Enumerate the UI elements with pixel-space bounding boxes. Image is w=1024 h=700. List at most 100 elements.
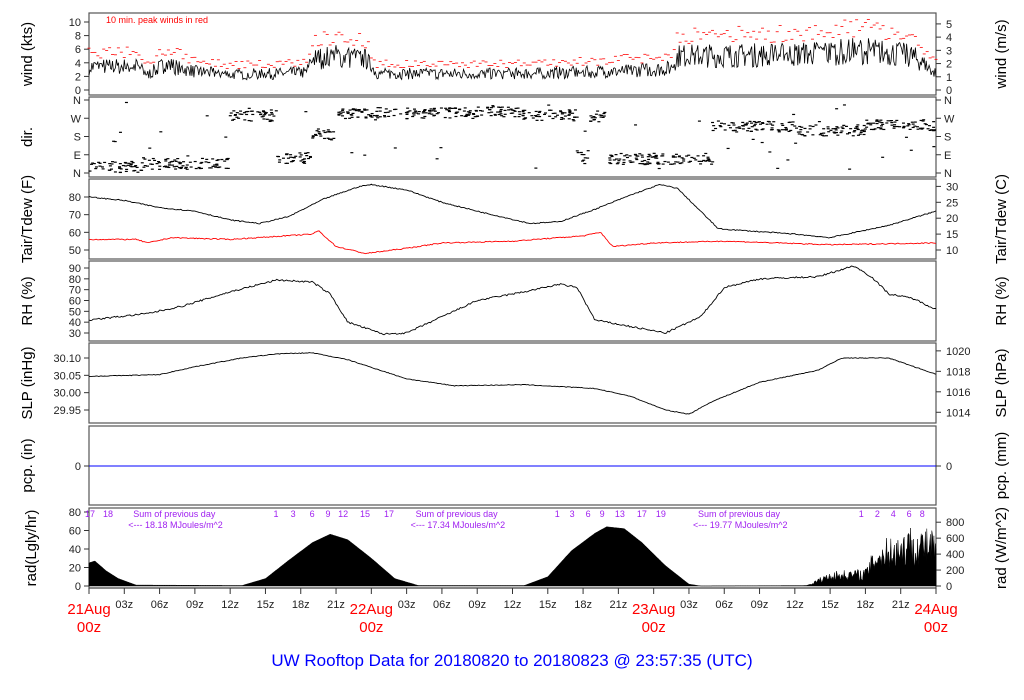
x-tick-label: 06z bbox=[715, 599, 733, 611]
y-tick-label-right-temp: 25 bbox=[946, 197, 958, 209]
hour-mark-label: 12 bbox=[338, 509, 348, 519]
y-tick-label-dir: E bbox=[74, 150, 81, 162]
x-tick-label: 21z bbox=[610, 599, 628, 611]
y-tick-label-slp: 30.05 bbox=[53, 370, 81, 382]
y-axis-label-slp: SLP (inHg) bbox=[19, 346, 36, 419]
x-day-label: 22Aug bbox=[350, 601, 393, 618]
y-tick-label-slp: 30.00 bbox=[53, 388, 81, 400]
x-tick-label: 15z bbox=[257, 599, 275, 611]
y-axis-label-pcp: pcp. (in) bbox=[19, 438, 36, 492]
y-tick-label-slp: 30.10 bbox=[53, 353, 81, 365]
y-tick-label-right-slp: 1018 bbox=[946, 366, 970, 378]
x-tick-label: 03z bbox=[680, 599, 698, 611]
hour-mark-label: 13 bbox=[615, 509, 625, 519]
panels: wind (kts) wind (m/s)0246810012345dir.N NE… bbox=[19, 12, 1010, 636]
y-axis-label-rad: rad(Lgly/hr) bbox=[23, 510, 40, 587]
y-tick-label-right-wind: 4 bbox=[946, 32, 952, 44]
y-axis-label-right-wind: wind (m/s) bbox=[993, 19, 1010, 89]
x-tick-label: 15z bbox=[821, 599, 839, 611]
x-tick-label: 21z bbox=[327, 599, 345, 611]
x-tick-label: 09z bbox=[186, 599, 204, 611]
y-tick-label-right-temp: 10 bbox=[946, 245, 958, 257]
y-axis-label-right-rh: RH (%) bbox=[993, 276, 1010, 325]
wind-annotation: 10 min. peak winds in red bbox=[106, 15, 208, 25]
x-tick-label: 03z bbox=[115, 599, 133, 611]
x-tick-label: 09z bbox=[468, 599, 486, 611]
slp-series-0 bbox=[88, 352, 937, 415]
daily-sum-label: Sum of previous day bbox=[698, 509, 781, 519]
x-tick-label: 12z bbox=[221, 599, 239, 611]
y-tick-label-right-wind: 1 bbox=[946, 72, 952, 84]
y-tick-label-rh: 30 bbox=[69, 328, 81, 340]
x-day-label: 21Aug bbox=[67, 601, 110, 618]
wind-mean-series bbox=[88, 38, 937, 81]
hour-mark-label: 17 bbox=[384, 509, 394, 519]
x-day-hour-label: 00z bbox=[77, 619, 101, 636]
y-axis-label-dir: dir. bbox=[19, 127, 36, 147]
y-tick-label-rad: 60 bbox=[69, 526, 81, 538]
x-day-hour-label: 00z bbox=[642, 619, 666, 636]
y-tick-label-right-dir: N bbox=[944, 168, 952, 180]
y-tick-label-right-rad: 600 bbox=[946, 533, 964, 545]
x-day-hour-label: 00z bbox=[359, 619, 383, 636]
x-tick-label: 12z bbox=[786, 599, 804, 611]
hour-mark-label: 6 bbox=[586, 509, 591, 519]
y-tick-label-dir: N bbox=[73, 95, 81, 107]
x-day-label: 24Aug bbox=[914, 601, 957, 618]
y-tick-label-rh: 40 bbox=[69, 317, 81, 329]
hour-mark-label: 9 bbox=[600, 509, 605, 519]
hour-mark-label: 18 bbox=[103, 509, 113, 519]
y-axis-label-right-pcp: pcp. (mm) bbox=[993, 432, 1010, 500]
rh-series-0 bbox=[88, 265, 937, 336]
y-tick-label-right-rad: 200 bbox=[946, 565, 964, 577]
hour-mark-label: 17 bbox=[637, 509, 647, 519]
y-tick-label-wind: 8 bbox=[75, 31, 81, 43]
x-tick-label: 15z bbox=[539, 599, 557, 611]
y-axis-label-wind: wind (kts) bbox=[19, 22, 36, 87]
hour-mark-label: 8 bbox=[920, 509, 925, 519]
x-tick-label: 18z bbox=[857, 599, 875, 611]
y-tick-label-rad: 80 bbox=[69, 507, 81, 519]
hour-mark-label: 3 bbox=[570, 509, 575, 519]
y-axis-label-right-rad: rad (W/m^2) bbox=[993, 507, 1010, 589]
y-tick-label-dir: W bbox=[71, 113, 82, 125]
hour-mark-label: 19 bbox=[656, 509, 666, 519]
hour-mark-label: 2 bbox=[875, 509, 880, 519]
panel-frame-rh bbox=[88, 260, 937, 342]
y-tick-label-right-wind: 5 bbox=[946, 19, 952, 31]
x-tick-label: 21z bbox=[892, 599, 910, 611]
hour-mark-label: 4 bbox=[891, 509, 896, 519]
y-axis-label-right-slp: SLP (hPa) bbox=[993, 349, 1010, 418]
y-tick-label-right-dir: S bbox=[944, 132, 951, 144]
hour-mark-label: 3 bbox=[291, 509, 296, 519]
hour-mark-label: 15 bbox=[360, 509, 370, 519]
y-tick-label-temp: 50 bbox=[69, 245, 81, 257]
y-tick-label-rh: 70 bbox=[69, 285, 81, 297]
y-tick-label-rh: 80 bbox=[69, 274, 81, 286]
y-tick-label-pcp: 0 bbox=[75, 461, 81, 473]
y-tick-label-temp: 80 bbox=[69, 192, 81, 204]
y-tick-label-wind: 6 bbox=[75, 44, 81, 56]
y-tick-label-right-temp: 30 bbox=[946, 181, 958, 193]
y-axis-label-rh: RH (%) bbox=[19, 276, 36, 325]
x-tick-label: 03z bbox=[398, 599, 416, 611]
y-tick-label-dir: N bbox=[73, 168, 81, 180]
y-tick-label-temp: 60 bbox=[69, 227, 81, 239]
hour-mark-label: 1 bbox=[555, 509, 560, 519]
panel-frame-slp bbox=[88, 342, 937, 424]
y-tick-label-right-dir: E bbox=[944, 150, 951, 162]
panel-frame-pcp bbox=[88, 425, 937, 506]
x-day-label: 23Aug bbox=[632, 601, 675, 618]
y-tick-label-right-pcp: 0 bbox=[946, 461, 952, 473]
x-tick-label: 09z bbox=[751, 599, 769, 611]
daily-sum-value: <--- 18.18 MJoules/m^2 bbox=[128, 520, 223, 530]
y-tick-label-right-slp: 1014 bbox=[946, 407, 970, 419]
y-tick-label-wind: 10 bbox=[69, 17, 81, 29]
x-tick-label: 06z bbox=[433, 599, 451, 611]
y-tick-label-slp: 29.95 bbox=[53, 405, 81, 417]
y-tick-label-right-dir: W bbox=[944, 113, 955, 125]
daily-sum-label: Sum of previous day bbox=[133, 509, 216, 519]
hour-mark-label: 9 bbox=[325, 509, 330, 519]
hour-mark-label: 17 bbox=[85, 509, 95, 519]
y-tick-label-right-rad: 400 bbox=[946, 549, 964, 561]
